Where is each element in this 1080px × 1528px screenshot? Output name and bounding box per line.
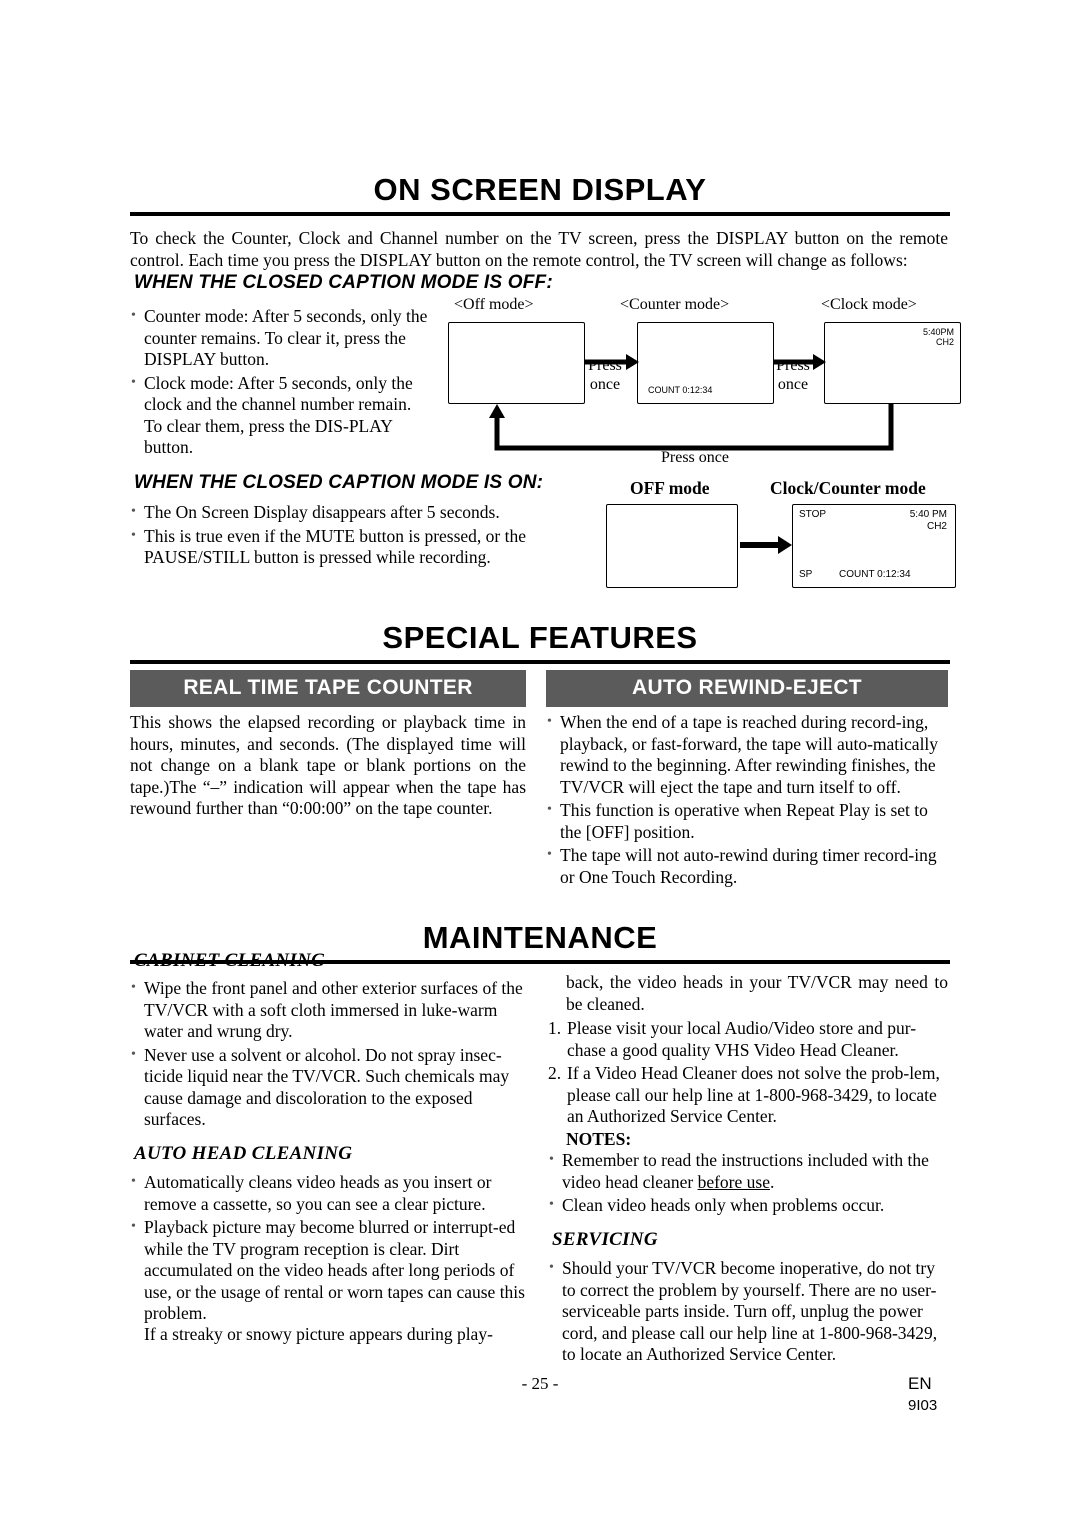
list-item: Never use a solvent or alcohol. Do not s… (130, 1044, 530, 1131)
notes-bullets: Remember to read the instructions includ… (548, 1149, 948, 1219)
osd-intro-text: To check the Counter, Clock and Channel … (130, 228, 948, 270)
list-item-number: 2. (548, 1063, 562, 1083)
cc-screen-counter: COUNT 0:12:34 (839, 569, 911, 580)
list-item: Remember to read the instructions includ… (548, 1149, 948, 1193)
maintenance-numbered-list: 1. Please visit your local Audio/Video s… (548, 1018, 948, 1130)
diagram-label-counter-mode: <Counter mode> (620, 296, 730, 313)
real-time-tape-counter-text: This shows the elapsed recording or play… (130, 712, 526, 818)
cc-off-bullet-list: Counter mode: After 5 seconds, only the … (130, 305, 430, 461)
clock-counter-mode-label: Clock/Counter mode (770, 478, 926, 498)
list-item: The tape will not auto-rewind during tim… (546, 844, 948, 888)
list-item: Automatically cleans video heads as you … (130, 1171, 530, 1215)
tv-screen-clock-mode: 5:40PM CH2 (824, 322, 961, 404)
servicing-bullets: Should your TV/VCR become inoperative, d… (548, 1257, 948, 1368)
footer-language: EN (908, 1374, 932, 1393)
note-text-a-tail: . (769, 1171, 775, 1192)
diagram-label-clock-mode: <Clock mode> (821, 296, 917, 313)
title-rule (130, 212, 950, 216)
document-page: ON SCREEN DISPLAY To check the Counter, … (0, 0, 1080, 1528)
cc-screen-time: 5:40 PM (909, 509, 947, 520)
list-item: This is true even if the MUTE button is … (130, 525, 585, 569)
clock-readout-channel: CH2 (935, 337, 954, 347)
list-item: Wipe the front panel and other exterior … (130, 977, 530, 1043)
press-once-label-bottom: Press once (661, 449, 729, 466)
cc-on-bullet-list: The On Screen Display disappears after 5… (130, 501, 585, 571)
auto-head-cleaning-trailing: If a streaky or snowy picture appears du… (144, 1324, 493, 1344)
bar-auto-rewind-eject: AUTO REWIND-EJECT (546, 670, 948, 707)
diagram-label-off-mode: <Off mode> (454, 296, 534, 313)
tv-screen-counter-mode: COUNT 0:12:34 (637, 322, 774, 404)
special-features-rule (130, 660, 950, 664)
list-item: Clock mode: After 5 seconds, only the cl… (130, 372, 430, 459)
list-item-number: 1. (548, 1018, 562, 1038)
cabinet-cleaning-heading: CABINET CLEANING (134, 950, 326, 971)
list-item: The On Screen Display disappears after 5… (130, 501, 585, 524)
on-screen-display-section: ON SCREEN DISPLAY (130, 172, 950, 216)
notes-label: NOTES: (566, 1129, 632, 1149)
servicing-heading: SERVICING (552, 1229, 658, 1250)
tv-screen-off-mode (448, 322, 585, 404)
list-item: Clean video heads only when problems occ… (548, 1194, 948, 1217)
cabinet-cleaning-bullets: Wipe the front panel and other exterior … (130, 977, 530, 1133)
cc-screen-stop-indicator: STOP (799, 509, 827, 520)
list-item-text: Please visit your local Audio/Video stor… (567, 1018, 917, 1060)
press-once-label-1: Press once (588, 357, 622, 393)
footer-code: 9I03 (908, 1397, 938, 1414)
off-mode-label: OFF mode (630, 478, 710, 498)
cc-off-heading: WHEN THE CLOSED CAPTION MODE IS OFF: (134, 272, 553, 293)
list-item: 2. If a Video Head Cleaner does not solv… (548, 1063, 948, 1128)
list-item-text: If a Video Head Cleaner does not solve t… (567, 1063, 940, 1126)
tv-screen-cc-clock-counter: STOP 5:40 PM CH2 SP COUNT 0:12:34 (792, 504, 956, 588)
cc-on-diagram: OFF mode Clock/Counter mode STOP 5:40 PM… (600, 478, 960, 613)
auto-head-cleaning-heading: AUTO HEAD CLEANING (134, 1143, 353, 1164)
page-title-on-screen-display: ON SCREEN DISPLAY (373, 172, 707, 207)
maintenance-right-continued: back, the video heads in your TV/VCR may… (566, 972, 948, 1014)
list-item: This function is operative when Repeat P… (546, 799, 948, 843)
list-item: Should your TV/VCR become inoperative, d… (548, 1257, 948, 1366)
list-item: 1. Please visit your local Audio/Video s… (548, 1018, 948, 1061)
auto-head-cleaning-bullets: Automatically cleans video heads as you … (130, 1171, 530, 1327)
cc-screen-speed: SP (799, 569, 813, 580)
counter-readout: COUNT 0:12:34 (648, 385, 713, 395)
note-text-a-underline: before use (697, 1171, 770, 1192)
special-features-section: SPECIAL FEATURES (130, 620, 950, 664)
footer-page-number: - 25 - (521, 1374, 559, 1393)
page-title-special-features: SPECIAL FEATURES (382, 620, 698, 655)
list-item: When the end of a tape is reached during… (546, 711, 948, 798)
bar-real-time-tape-counter: REAL TIME TAPE COUNTER (130, 670, 526, 707)
tv-screen-cc-off (606, 504, 738, 588)
list-item: Playback picture may become blurred or i… (130, 1216, 530, 1325)
press-once-label-2: Press once (776, 357, 810, 393)
auto-rewind-eject-bullets: When the end of a tape is reached during… (546, 711, 948, 890)
cc-screen-channel: CH2 (926, 521, 947, 532)
osd-flow-diagram: <Off mode> <Counter mode> <Clock mode> C… (440, 296, 961, 476)
list-item: Counter mode: After 5 seconds, only the … (130, 305, 430, 371)
